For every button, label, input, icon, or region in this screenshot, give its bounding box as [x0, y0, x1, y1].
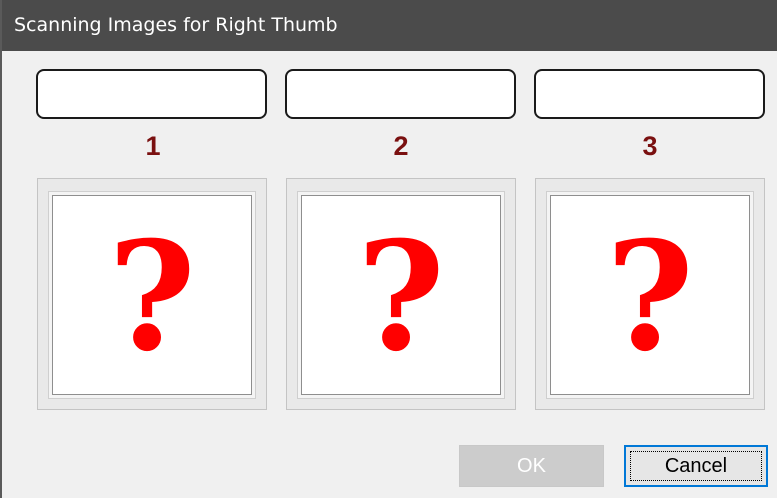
- slot-1-status-box: [36, 69, 267, 119]
- cancel-button[interactable]: Cancel: [624, 445, 768, 487]
- question-mark-icon: ?: [108, 209, 196, 385]
- slot-2-image-panel: ?: [301, 195, 501, 395]
- dialog-title-bar[interactable]: Scanning Images for Right Thumb: [2, 0, 777, 51]
- slot-3-image-panel: ?: [550, 195, 750, 395]
- slot-1-number: 1: [145, 131, 161, 161]
- dialog-title: Scanning Images for Right Thumb: [14, 14, 338, 36]
- slot-3-image-frame: ?: [535, 178, 765, 410]
- slot-1-image-frame: ?: [37, 178, 267, 410]
- slot-3-number: 3: [642, 131, 658, 161]
- slot-2-status-box: [285, 69, 516, 119]
- scan-dialog: Scanning Images for Right Thumb 1 ? 2 ? …: [0, 0, 777, 498]
- slot-3-status-box: [534, 69, 765, 119]
- slot-1-image-panel: ?: [52, 195, 252, 395]
- cancel-button-label: Cancel: [664, 455, 728, 477]
- slot-2-number: 2: [393, 131, 409, 161]
- question-mark-icon: ?: [606, 209, 694, 385]
- ok-button[interactable]: OK: [459, 445, 604, 487]
- slot-2-image-frame: ?: [286, 178, 516, 410]
- question-mark-icon: ?: [357, 209, 445, 385]
- ok-button-label: OK: [517, 455, 546, 477]
